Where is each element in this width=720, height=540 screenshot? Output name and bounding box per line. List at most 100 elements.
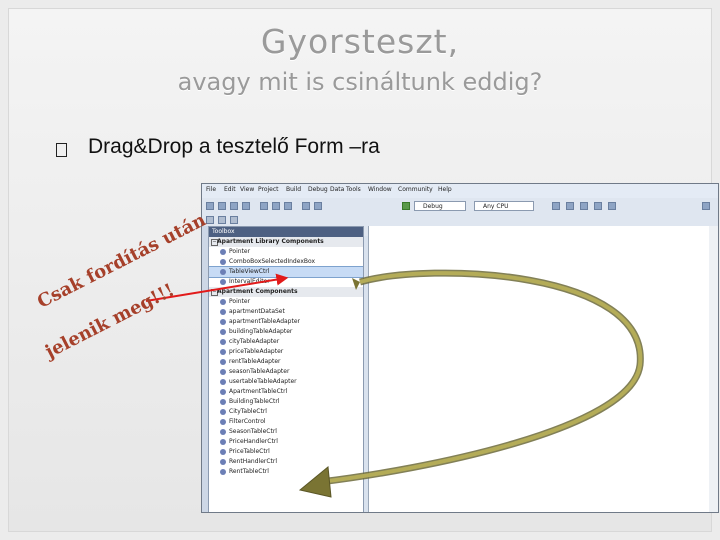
properties-icon[interactable] <box>580 202 588 210</box>
toolbox-item[interactable]: buildingTableAdapter <box>209 327 363 337</box>
toolbox-item[interactable]: Pointer <box>209 247 363 257</box>
menu-item-help[interactable]: Help <box>438 186 452 193</box>
toolbox-item-label: PriceHandlerCtrl <box>229 438 278 445</box>
toolbox-item-label: seasonTableAdapter <box>229 368 290 375</box>
slide-subtitle: avagy mit is csináltunk eddig? <box>177 68 543 96</box>
component-icon <box>220 329 226 335</box>
layout-icon[interactable] <box>206 216 214 224</box>
toolbox-item[interactable]: usertableTableAdapter <box>209 377 363 387</box>
new-icon[interactable] <box>206 202 214 210</box>
toolbox-item-label: PriceTableCtrl <box>229 448 270 455</box>
options-icon[interactable] <box>702 202 710 210</box>
toolbox-item[interactable]: priceTableAdapter <box>209 347 363 357</box>
toolbox-item-label: buildingTableAdapter <box>229 328 293 335</box>
toolbox-item[interactable]: BuildingTableCtrl <box>209 397 363 407</box>
ide-menubar: File Edit View Project Build Debug Data Tools Wi… <box>202 184 718 199</box>
design-surface[interactable] <box>368 226 718 512</box>
component-icon <box>220 249 226 255</box>
config-combo[interactable]: Debug <box>414 201 466 211</box>
component-icon <box>220 439 226 445</box>
toolbox-group-header[interactable]: − Apartment Library Components <box>209 237 363 247</box>
toolbox-group-header[interactable]: − Apartment Components <box>209 287 363 297</box>
object-browser-icon[interactable] <box>608 202 616 210</box>
toolbox-item[interactable]: seasonTableAdapter <box>209 367 363 377</box>
toolbox-item-label: SeasonTableCtrl <box>229 428 277 435</box>
toolbox-item-label: ApartmentTableCtrl <box>229 388 288 395</box>
toolbox-item-label: rentTableAdapter <box>229 358 281 365</box>
toolbox-item-label: priceTableAdapter <box>229 348 284 355</box>
component-icon <box>220 399 226 405</box>
format-icon[interactable] <box>230 216 238 224</box>
toolbox-item[interactable]: PriceHandlerCtrl <box>209 437 363 447</box>
ide-screenshot: File Edit View Project Build Debug Data Tools Wi… <box>201 183 719 513</box>
toolbox-item-label: usertableTableAdapter <box>229 378 297 385</box>
toolbox-item[interactable]: PriceTableCtrl <box>209 447 363 457</box>
cut-icon[interactable] <box>260 202 268 210</box>
menu-item-view[interactable]: View <box>240 186 254 193</box>
toolbox-item[interactable]: RentHandlerCtrl <box>209 457 363 467</box>
menu-item-tools[interactable]: Tools <box>346 186 361 193</box>
start-debug-icon[interactable] <box>402 202 410 210</box>
component-icon <box>220 379 226 385</box>
menu-item-community[interactable]: Community <box>398 186 433 193</box>
menu-item-project[interactable]: Project <box>258 186 279 193</box>
toolbox-item[interactable]: RentTableCtrl <box>209 467 363 477</box>
component-icon <box>220 349 226 355</box>
save-icon[interactable] <box>230 202 238 210</box>
toolbox-item[interactable]: ApartmentTableCtrl <box>209 387 363 397</box>
toolbox-item[interactable]: Pointer <box>209 297 363 307</box>
open-icon[interactable] <box>218 202 226 210</box>
solution-explorer-icon[interactable] <box>566 202 574 210</box>
menu-item-edit[interactable]: Edit <box>224 186 236 193</box>
component-icon <box>220 259 226 265</box>
toolbox-item[interactable]: ComboBoxSelectedIndexBox <box>209 257 363 267</box>
menu-item-file[interactable]: File <box>206 186 216 193</box>
toolbox-item[interactable]: cityTableAdapter <box>209 337 363 347</box>
toolbox-item-label: CityTableCtrl <box>229 408 267 415</box>
redo-icon[interactable] <box>314 202 322 210</box>
component-icon <box>220 389 226 395</box>
toolbox-item-label: apartmentTableAdapter <box>229 318 300 325</box>
paste-icon[interactable] <box>284 202 292 210</box>
copy-icon[interactable] <box>272 202 280 210</box>
toolbox-item-label: Apartment Components <box>217 288 298 295</box>
component-icon <box>220 319 226 325</box>
toolbox-item[interactable]: TableViewCtrl <box>209 266 363 278</box>
toolbox-item-label: BuildingTableCtrl <box>229 398 280 405</box>
bullet-text: Drag&Drop a tesztelő Form –ra <box>88 135 380 158</box>
toolbox-item-label: cityTableAdapter <box>229 338 280 345</box>
toolbox-icon[interactable] <box>594 202 602 210</box>
menu-item-data[interactable]: Data <box>330 186 344 193</box>
menu-item-debug[interactable]: Debug <box>308 186 328 193</box>
align-icon[interactable] <box>218 216 226 224</box>
slide-title: Gyorsteszt, <box>260 22 460 61</box>
menu-item-window[interactable]: Window <box>368 186 392 193</box>
component-icon <box>220 419 226 425</box>
component-icon <box>220 429 226 435</box>
editor-scrollbar[interactable] <box>709 226 718 512</box>
platform-combo[interactable]: Any CPU <box>474 201 534 211</box>
toolbox-item-label: IntervalEditor <box>229 278 270 285</box>
toolbox-item[interactable]: apartmentTableAdapter <box>209 317 363 327</box>
component-icon <box>220 269 226 275</box>
component-icon <box>220 299 226 305</box>
toolbox-item[interactable]: SeasonTableCtrl <box>209 427 363 437</box>
toolbox-item[interactable]: IntervalEditor <box>209 277 363 287</box>
undo-icon[interactable] <box>302 202 310 210</box>
component-icon <box>220 409 226 415</box>
toolbox-item-label: Pointer <box>229 298 251 305</box>
component-icon <box>220 459 226 465</box>
toolbox-item[interactable]: FilterControl <box>209 417 363 427</box>
toolbox-panel[interactable]: Toolbox − Apartment Library Components Poi… <box>208 226 364 512</box>
component-icon <box>220 449 226 455</box>
component-icon <box>220 279 226 285</box>
toolbox-item[interactable]: rentTableAdapter <box>209 357 363 367</box>
toolbox-item[interactable]: apartmentDataSet <box>209 307 363 317</box>
menu-item-build[interactable]: Build <box>286 186 301 193</box>
save-all-icon[interactable] <box>242 202 250 210</box>
find-icon[interactable] <box>552 202 560 210</box>
toolbox-item[interactable]: CityTableCtrl <box>209 407 363 417</box>
toolbox-item-label: ComboBoxSelectedIndexBox <box>229 258 316 265</box>
toolbox-item-label: TableViewCtrl <box>229 268 270 275</box>
component-icon <box>220 469 226 475</box>
